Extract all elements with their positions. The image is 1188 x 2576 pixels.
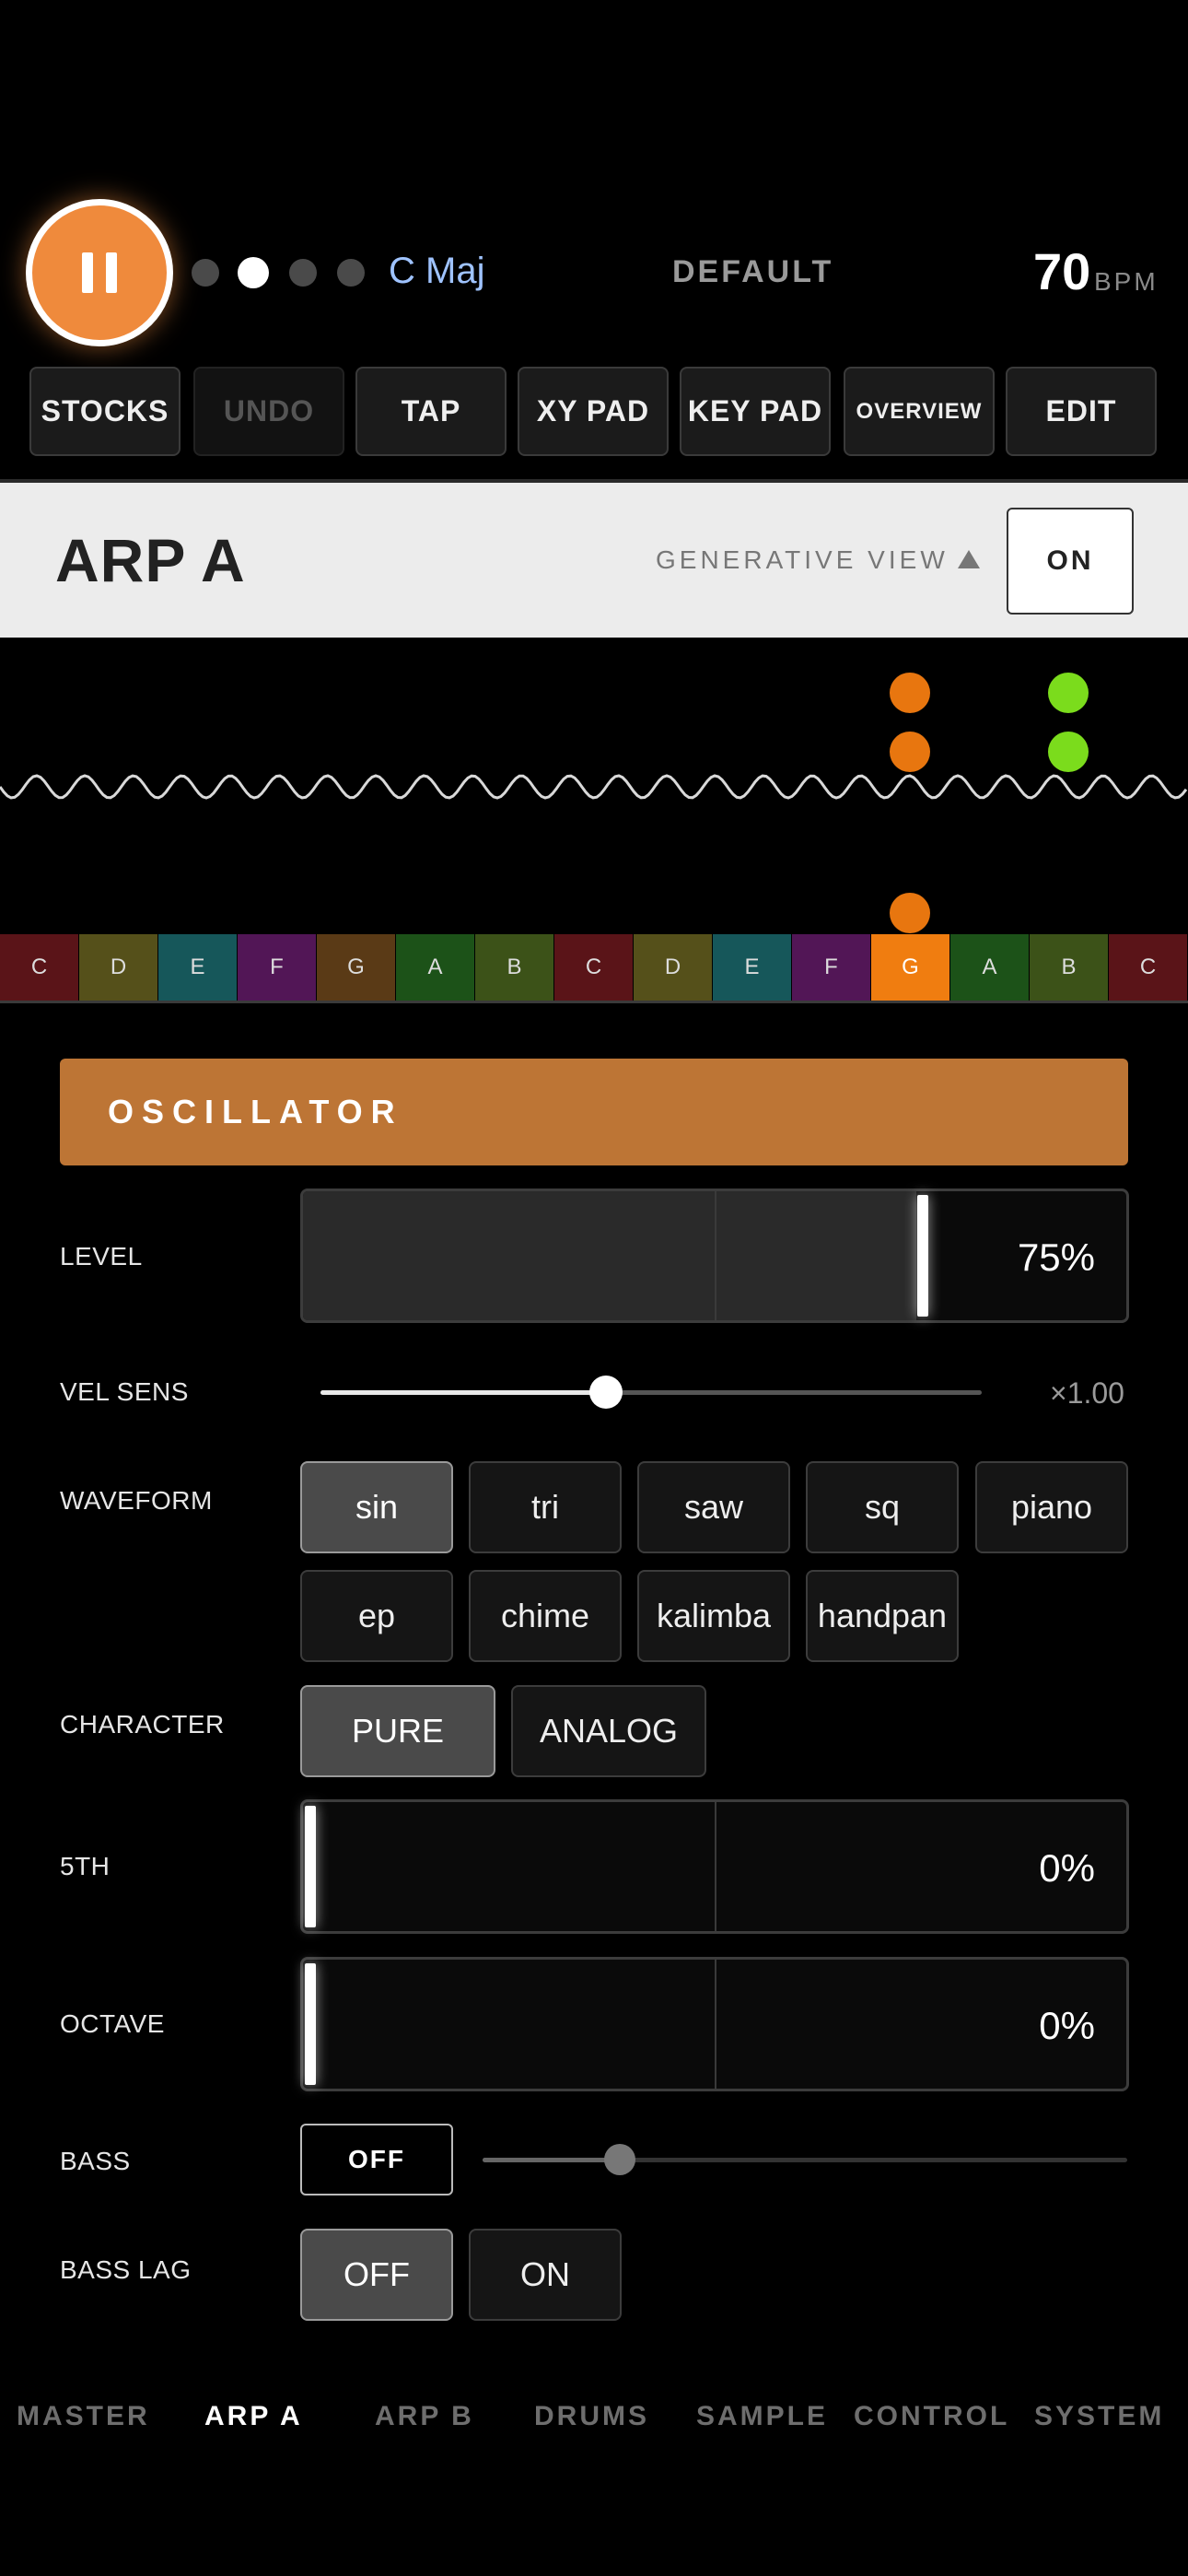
bass-toggle[interactable]: OFF [300, 2124, 453, 2195]
waveform-option[interactable]: chime [469, 1570, 622, 1662]
vel-sens-fill [320, 1390, 606, 1395]
pause-button[interactable] [26, 199, 173, 346]
waveform-option[interactable]: kalimba [637, 1570, 790, 1662]
slider-center-mark [715, 1802, 716, 1931]
vel-sens-knob[interactable] [589, 1376, 623, 1409]
key-pad-button[interactable]: KEY PAD [680, 367, 831, 456]
note-dot [1048, 673, 1089, 713]
octave-label: OCTAVE [60, 2009, 165, 2038]
key-cell[interactable]: A [396, 934, 475, 1001]
overview-button[interactable]: OVERVIEW [844, 367, 995, 456]
waveform-option[interactable]: handpan [806, 1570, 959, 1662]
bass-lag-label: BASS LAG [60, 2255, 192, 2284]
waveform-option[interactable]: ep [300, 1570, 453, 1662]
key-cell[interactable]: A [950, 934, 1030, 1001]
slider-handle[interactable] [305, 1963, 316, 2085]
key-cell[interactable]: C [0, 934, 79, 1001]
nav-sample[interactable]: SAMPLE [696, 2401, 828, 2432]
nav-control[interactable]: CONTROL [854, 2401, 1009, 2432]
page-dot[interactable] [337, 259, 365, 287]
key-cell[interactable]: B [1030, 934, 1109, 1001]
key-cell[interactable]: E [713, 934, 792, 1001]
bass-fill [483, 2158, 621, 2162]
level-value: 75% [1017, 1235, 1095, 1279]
divider [0, 1001, 1188, 1003]
waveform-option[interactable]: tri [469, 1461, 622, 1553]
nav-arp-a[interactable]: ARP A [204, 2401, 303, 2432]
bass-label: BASS [60, 2147, 131, 2175]
page-dot[interactable] [192, 259, 219, 287]
stocks-button[interactable]: STOCKS [29, 367, 181, 456]
bpm-unit: BPM [1094, 267, 1159, 296]
slider-fill [303, 1191, 916, 1320]
nav-system[interactable]: SYSTEM [1034, 2401, 1164, 2432]
undo-button[interactable]: UNDO [193, 367, 344, 456]
slider-handle[interactable] [305, 1806, 316, 1927]
fifth-label: 5TH [60, 1852, 111, 1880]
key-cell[interactable]: C [554, 934, 634, 1001]
slider-center-mark [715, 1960, 716, 2089]
key-cell-active[interactable]: G [871, 934, 950, 1001]
key-cell[interactable]: C [1109, 934, 1188, 1001]
pause-icon [106, 252, 117, 293]
character-option[interactable]: PURE [300, 1685, 495, 1777]
octave-value: 0% [1039, 2004, 1095, 2047]
page-dot-active[interactable] [238, 257, 269, 288]
key-cell[interactable]: G [317, 934, 396, 1001]
waveform-option[interactable]: piano [975, 1461, 1128, 1553]
bass-knob[interactable] [604, 2144, 635, 2175]
waveform-option[interactable]: sin [300, 1461, 453, 1553]
slider-handle[interactable] [917, 1195, 928, 1317]
pause-icon [82, 252, 93, 293]
character-option[interactable]: ANALOG [511, 1685, 706, 1777]
bass-lag-on-button[interactable]: ON [469, 2229, 622, 2321]
level-label: LEVEL [60, 1242, 143, 1270]
note-dot [890, 732, 930, 772]
triangle-up-icon[interactable] [958, 550, 980, 568]
nav-drums[interactable]: DRUMS [534, 2401, 649, 2432]
slider-center-mark [715, 1191, 716, 1320]
character-label: CHARACTER [60, 1710, 225, 1739]
vel-sens-label: VEL SENS [60, 1377, 189, 1406]
fifth-slider[interactable]: 0% [300, 1799, 1129, 1934]
note-dot [890, 893, 930, 933]
key-cell[interactable]: F [792, 934, 871, 1001]
key-cell[interactable]: F [238, 934, 317, 1001]
nav-master[interactable]: MASTER [17, 2401, 150, 2432]
key-cell[interactable]: D [79, 934, 158, 1001]
vel-sens-value: ×1.00 [1050, 1376, 1124, 1410]
key-cell[interactable]: E [158, 934, 238, 1001]
key-cell[interactable]: B [475, 934, 554, 1001]
note-dot [1048, 732, 1089, 772]
waveform-label: WAVEFORM [60, 1486, 213, 1515]
key-cell[interactable]: D [634, 934, 713, 1001]
page-dot[interactable] [289, 259, 317, 287]
on-button[interactable]: ON [1007, 508, 1134, 615]
section-header[interactable]: OSCILLATOR [60, 1059, 1128, 1165]
preset-name[interactable]: DEFAULT [672, 254, 833, 290]
level-slider[interactable]: 75% [300, 1188, 1129, 1323]
nav-arp-b[interactable]: ARP B [375, 2401, 474, 2432]
bpm-value[interactable]: 70 [1033, 241, 1090, 301]
xy-pad-button[interactable]: XY PAD [518, 367, 669, 456]
scale-keyboard: C D E F G A B C D E F G A B C [0, 934, 1188, 1001]
note-dot [890, 673, 930, 713]
waveform-option[interactable]: sq [806, 1461, 959, 1553]
generative-view-toggle[interactable]: GENERATIVE VIEW [656, 545, 949, 575]
waveform-option[interactable]: saw [637, 1461, 790, 1553]
fifth-value: 0% [1039, 1846, 1095, 1890]
page-title: ARP A [55, 526, 246, 594]
bass-lag-off-button[interactable]: OFF [300, 2229, 453, 2321]
edit-button[interactable]: EDIT [1006, 367, 1157, 456]
octave-slider[interactable]: 0% [300, 1957, 1129, 2091]
key-selector[interactable]: C Maj [389, 251, 484, 292]
tap-button[interactable]: TAP [355, 367, 507, 456]
